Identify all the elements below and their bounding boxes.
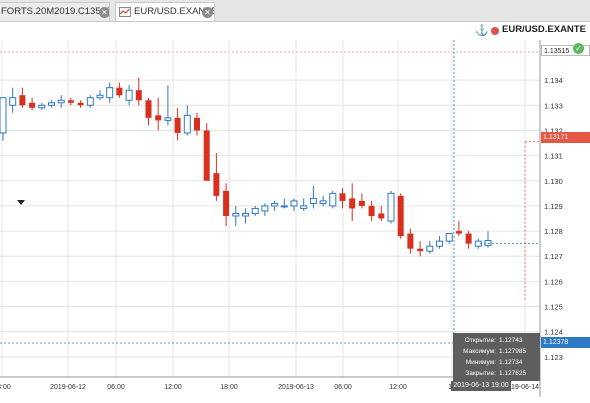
- candle-body: [387, 192, 395, 222]
- tab-label: FORTS.20M2019.C135000: [1, 6, 110, 17]
- close-icon[interactable]: ✕: [99, 7, 109, 18]
- price-tick-label: 1.130: [544, 177, 563, 186]
- price-tick-label: 1.133: [544, 101, 563, 110]
- candle-body: [329, 192, 337, 207]
- candle-body: [232, 212, 240, 217]
- ohlc-tooltip: Открытие: 1.12743 Максимум: 1.127985 Миним…: [453, 333, 540, 381]
- candle-body: [213, 173, 220, 196]
- chart-header: ⚓ EUR/USD.EXANTE: [0, 22, 590, 40]
- candle-body: [358, 200, 365, 206]
- candle-body: [77, 102, 84, 106]
- check-icon[interactable]: ✓: [573, 43, 584, 54]
- candle-body: [203, 130, 210, 181]
- price-tick-label: 1.126: [544, 277, 563, 286]
- time-tick-label: 19-06-14: [511, 384, 539, 391]
- symbol-title: EUR/USD.EXANTE: [502, 24, 586, 35]
- candle-body: [194, 117, 200, 131]
- time-tick-label: 12:00: [164, 384, 182, 391]
- candle-body: [426, 245, 434, 252]
- anchor-icon[interactable]: ⚓: [475, 24, 489, 37]
- time-tick-label: 18:00: [0, 384, 11, 391]
- tab-eurusd[interactable]: EUR/USD.EXANTE ✕: [115, 2, 215, 21]
- price-tag-crosshair: 1.12378: [541, 337, 590, 348]
- candle-body: [407, 233, 414, 249]
- candle-body: [0, 97, 7, 134]
- close-icon[interactable]: ✕: [202, 7, 213, 18]
- status-dot: [491, 27, 499, 35]
- candle-body: [397, 195, 404, 237]
- caret-down-icon: [17, 200, 25, 205]
- candle-body: [378, 213, 385, 219]
- candle-body: [183, 114, 191, 134]
- candle-body: [106, 87, 114, 99]
- candle-body: [86, 97, 94, 106]
- candle-body: [242, 212, 249, 217]
- price-tick-label: 1.129: [544, 202, 563, 211]
- candle-body: [309, 197, 317, 204]
- candle-body: [29, 102, 36, 108]
- candle-body: [223, 190, 230, 216]
- price-tick-label: 1.124: [544, 328, 563, 337]
- price-tick-label: 1.127: [544, 252, 563, 261]
- candle-body: [19, 95, 26, 106]
- candle-body: [174, 117, 181, 133]
- candle-body: [96, 94, 104, 99]
- tab-forts[interactable]: FORTS.20M2019.C135000 ✕: [0, 2, 110, 21]
- price-tick-label: 1.134: [544, 76, 563, 85]
- candle-body: [290, 200, 298, 207]
- candle-body: [280, 205, 288, 208]
- candle-body: [271, 202, 279, 207]
- tab-bar: FORTS.20M2019.C135000 ✕ EUR/USD.EXANTE ✕: [0, 0, 590, 22]
- candle-body: [48, 102, 55, 106]
- candle-body: [436, 240, 443, 247]
- time-tick-label: 2019-06-12: [50, 384, 86, 391]
- candle-body: [145, 100, 152, 118]
- candle-body: [38, 104, 46, 109]
- candle-body: [484, 240, 492, 246]
- candle-body: [465, 233, 472, 244]
- ohlc-close: Закрытие: 1.127625: [465, 370, 527, 377]
- price-tick-label: 1.128: [544, 227, 563, 236]
- price-tag-last: 1.13171: [541, 132, 590, 143]
- candle-body: [417, 248, 424, 252]
- candle-body: [319, 200, 327, 204]
- candle-body: [261, 205, 269, 212]
- price-tick-label: 1.125: [544, 303, 563, 312]
- ohlc-open: Открытие: 1.12743: [464, 337, 523, 344]
- candle-body: [368, 205, 375, 216]
- time-tick-label: 12:00: [389, 384, 407, 391]
- candle-body: [125, 89, 133, 101]
- chart-icon: [119, 7, 131, 17]
- time-tick-label: 06:00: [107, 384, 125, 391]
- candle-body: [116, 87, 123, 96]
- candle-body: [57, 99, 65, 104]
- candle-body: [164, 117, 172, 121]
- candle-body: [9, 97, 17, 106]
- candle-body: [67, 100, 74, 103]
- candle-body: [349, 198, 356, 209]
- candle-body: [339, 193, 346, 201]
- candle-body: [455, 231, 462, 234]
- candle-body: [445, 233, 453, 242]
- crosshair-time: 2019-06-13 19:00: [451, 381, 511, 391]
- ohlc-low: Минимум: 1.12734: [465, 359, 523, 366]
- time-tick-label: 18:00: [220, 384, 238, 391]
- time-tick-label: 2019-06-13: [278, 384, 314, 391]
- candle-body: [135, 90, 142, 101]
- time-tick-label: 06:00: [334, 384, 352, 391]
- ohlc-high: Максимум: 1.127985: [463, 348, 527, 355]
- price-tick-label: 1.131: [544, 152, 563, 161]
- price-tick-label: 1.123: [544, 353, 563, 362]
- candle-body: [155, 115, 162, 121]
- candle-body: [300, 205, 308, 209]
- candle-body: [251, 207, 259, 214]
